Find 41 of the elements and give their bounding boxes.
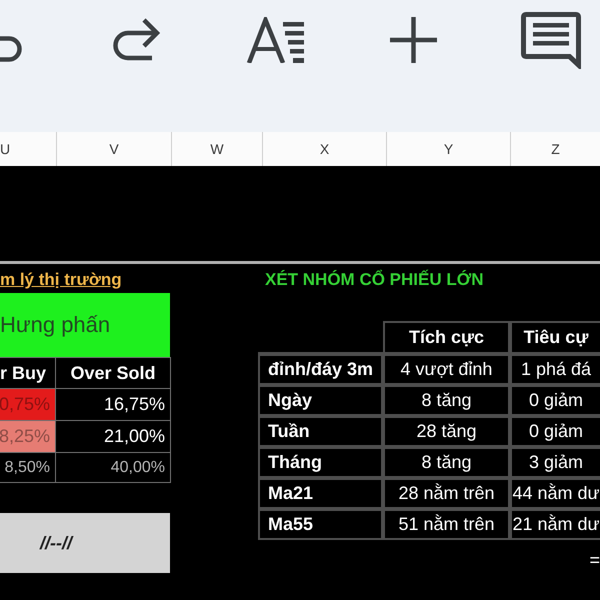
table-cell: 0,75% — [0, 389, 56, 421]
table-header-cell: Tích cực — [383, 321, 510, 354]
table-cell: 8,50% — [0, 453, 56, 483]
table-cell: 51 nằm trên — [383, 509, 510, 540]
cell-text: = — [589, 550, 600, 570]
status-cell: Hưng phấn — [0, 293, 170, 357]
section-title: XÉT NHÓM CỔ PHIẾU LỚN — [264, 268, 485, 291]
table-cell: 28 nằm trên — [383, 478, 510, 509]
column-header[interactable]: Y — [444, 141, 454, 157]
table-cell: 21 nằm dư — [510, 509, 600, 540]
comment-icon[interactable] — [521, 12, 581, 69]
text-format-icon[interactable] — [246, 17, 304, 63]
column-header[interactable]: W — [210, 141, 224, 157]
table-header-cell: Tiêu cự — [510, 321, 600, 354]
table-cell: 8,25% — [0, 421, 56, 453]
note-cell: //--// — [0, 513, 170, 573]
row-label: Tuần — [258, 416, 383, 447]
table-cell: 8 tăng — [383, 447, 510, 478]
table-header-cell: Over Sold — [56, 358, 171, 389]
section-title: m lý thị trường — [0, 269, 123, 291]
plus-icon[interactable] — [390, 17, 437, 63]
row-label: đỉnh/đáy 3m — [258, 354, 383, 385]
table-cell: 28 tăng — [383, 416, 510, 447]
column-header[interactable]: U — [0, 141, 10, 157]
table-cell: 21,00% — [56, 421, 171, 453]
table-cell: 44 nằm dư — [510, 478, 600, 509]
table-cell: 4 vượt đỉnh — [383, 354, 510, 385]
column-header[interactable]: Z — [551, 141, 560, 157]
table-cell: 1 phá đá — [510, 354, 600, 385]
table-cell: 40,00% — [56, 453, 171, 483]
table-cell: 0 giảm — [510, 416, 600, 447]
table-cell: 3 giảm — [510, 447, 600, 478]
row-label: Tháng — [258, 447, 383, 478]
row-label: Ngày — [258, 385, 383, 416]
table-cell: 0 giảm — [510, 385, 600, 416]
row-label: Ma21 — [258, 478, 383, 509]
table-cell: 16,75% — [56, 389, 171, 421]
row-label: Ma55 — [258, 509, 383, 540]
table-cell: 8 tăng — [383, 385, 510, 416]
column-header[interactable]: X — [320, 141, 330, 157]
column-header[interactable]: V — [109, 141, 119, 157]
